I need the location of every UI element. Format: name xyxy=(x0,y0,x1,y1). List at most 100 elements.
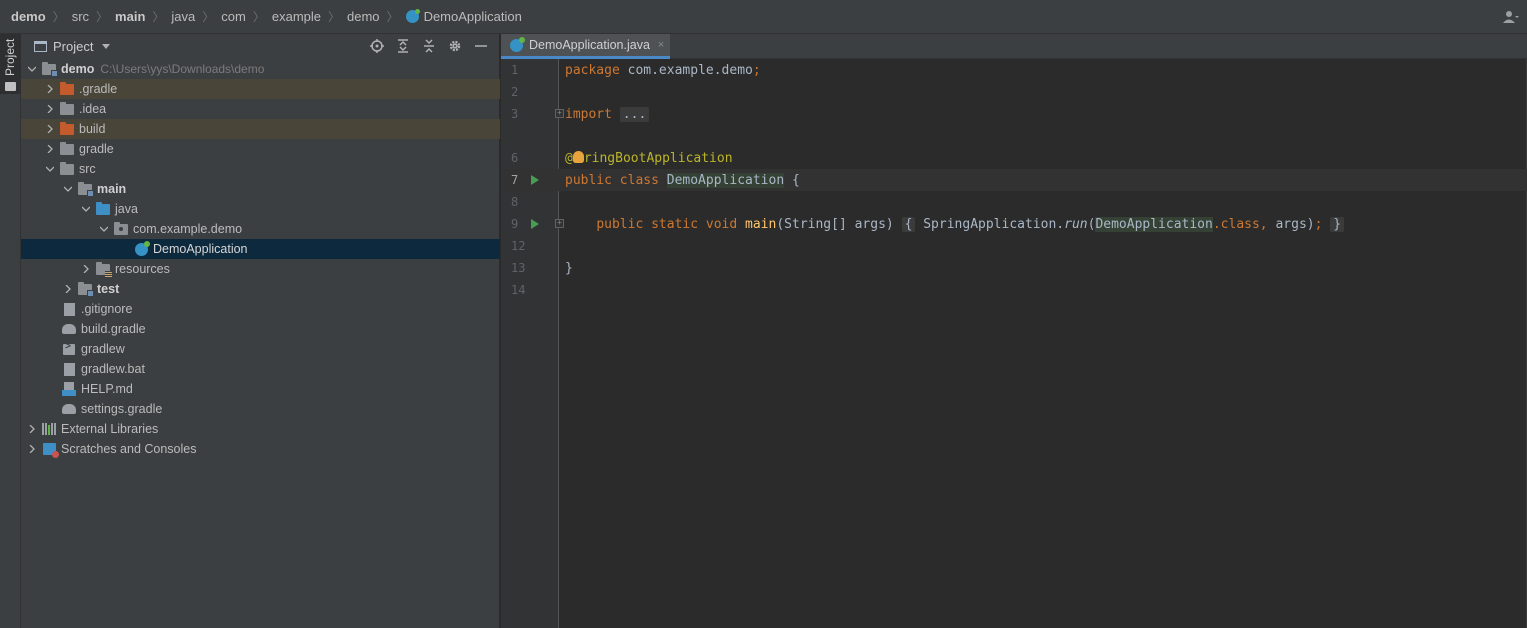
run-icon[interactable] xyxy=(531,219,539,229)
close-icon[interactable]: × xyxy=(658,39,664,51)
chevron-down-icon[interactable] xyxy=(98,219,110,239)
line-number: 3 xyxy=(511,107,519,121)
editor-tab-bar: DemoApplication.java × xyxy=(501,34,1527,59)
gitignore-file-icon xyxy=(62,302,76,316)
project-view-selector[interactable]: Project xyxy=(53,39,93,54)
project-stripe-label: Project xyxy=(3,38,17,76)
breadcrumb-demo-application-label: DemoApplication xyxy=(423,9,522,24)
code-text: @ ringBootApplication xyxy=(565,150,733,166)
tree-item-external-libraries[interactable]: External Libraries xyxy=(21,419,500,439)
package-icon xyxy=(114,221,128,236)
tree-item-label: demo xyxy=(61,62,95,76)
breadcrumb-demo-application[interactable]: DemoApplication xyxy=(405,9,522,24)
breadcrumb-com[interactable]: com xyxy=(221,9,246,24)
tree-item-java[interactable]: java xyxy=(21,199,500,219)
tree-item-label: build.gradle xyxy=(81,322,146,336)
gear-icon[interactable] xyxy=(447,38,463,54)
tree-item-package[interactable]: com.example.demo xyxy=(21,219,500,239)
excluded-folder-icon xyxy=(60,121,74,136)
line-number: 2 xyxy=(511,85,519,99)
fold-plus-icon[interactable]: + xyxy=(555,109,564,118)
source-root-icon xyxy=(96,201,110,216)
left-tool-stripe: Project xyxy=(0,34,21,628)
folded-body-open[interactable]: { xyxy=(901,216,916,232)
tree-item-main[interactable]: main xyxy=(21,179,500,199)
tree-item-label: gradle xyxy=(79,142,114,156)
tree-item-build[interactable]: build xyxy=(21,119,500,139)
code-text: public class DemoApplication { xyxy=(565,172,800,188)
run-icon[interactable] xyxy=(531,175,539,185)
chevron-right-icon: 〉 xyxy=(96,10,109,24)
tree-item-idea[interactable]: .idea xyxy=(21,99,500,119)
breadcrumb-java[interactable]: java xyxy=(171,9,195,24)
spring-class-icon xyxy=(405,9,420,23)
tree-item-settings-gradle[interactable]: settings.gradle xyxy=(21,399,500,419)
tree-item-src[interactable]: src xyxy=(21,159,500,179)
chevron-down-icon[interactable] xyxy=(80,199,92,219)
tree-item-demo[interactable]: demo C:\Users\yys\Downloads\demo xyxy=(21,59,500,79)
module-folder-icon xyxy=(78,281,94,297)
code-line: 1 package com.example.demo; xyxy=(501,59,1527,81)
line-number: 6 xyxy=(511,151,519,165)
code-line: 13 } xyxy=(501,257,1527,279)
breadcrumb-src[interactable]: src xyxy=(72,9,89,24)
minimize-icon[interactable] xyxy=(473,38,489,54)
gradle-file-icon xyxy=(62,402,76,416)
line-number: 12 xyxy=(511,239,526,253)
scratches-icon xyxy=(42,442,59,458)
project-tool-window-button[interactable]: Project xyxy=(0,34,21,94)
code-line: 14 xyxy=(501,279,1527,301)
module-folder-icon xyxy=(78,181,94,197)
chevron-right-icon[interactable] xyxy=(62,279,74,299)
chevron-down-icon[interactable] xyxy=(44,159,56,179)
chevron-right-icon[interactable] xyxy=(80,259,92,279)
code-editor[interactable]: 1 package com.example.demo; 2 3 + import… xyxy=(501,59,1527,628)
code-line: 9 + public static void main(String[] arg… xyxy=(501,213,1527,235)
breadcrumb-demo[interactable]: demo xyxy=(11,9,46,24)
line-number: 7 xyxy=(511,173,519,187)
folder-icon xyxy=(60,161,74,176)
tree-item-label: main xyxy=(97,182,127,196)
chevron-right-icon: 〉 xyxy=(252,10,265,24)
chevron-right-icon[interactable] xyxy=(26,439,38,459)
tree-item-gradle[interactable]: gradle xyxy=(21,139,500,159)
chevron-right-icon[interactable] xyxy=(44,139,56,159)
tree-item-label: External Libraries xyxy=(61,422,159,436)
locate-icon[interactable] xyxy=(369,38,385,54)
tree-item-gradlew[interactable]: gradlew xyxy=(21,339,500,359)
breadcrumb-main[interactable]: main xyxy=(115,9,145,24)
folder-icon xyxy=(60,141,74,156)
tree-item-help-md[interactable]: HELP.md xyxy=(21,379,500,399)
tree-item-build-gradle[interactable]: build.gradle xyxy=(21,319,500,339)
tree-item-gitignore[interactable]: .gitignore xyxy=(21,299,500,319)
chevron-down-icon[interactable] xyxy=(102,43,111,49)
tree-item-label: .idea xyxy=(79,102,107,116)
spring-class-icon xyxy=(134,240,150,256)
chevron-right-icon[interactable] xyxy=(44,99,56,119)
text-file-icon xyxy=(62,362,76,376)
user-icon[interactable] xyxy=(1503,10,1519,24)
collapse-all-icon[interactable] xyxy=(421,38,437,54)
tree-item-gradle-hidden[interactable]: .gradle xyxy=(21,79,500,99)
chevron-right-icon[interactable] xyxy=(44,119,56,139)
tree-item-label: settings.gradle xyxy=(81,402,163,416)
tab-demo-application[interactable]: DemoApplication.java × xyxy=(501,34,670,59)
folded-imports[interactable]: ... xyxy=(619,106,650,122)
expand-all-icon[interactable] xyxy=(395,38,411,54)
lightbulb-icon[interactable] xyxy=(572,151,584,163)
tree-item-gradlew-bat[interactable]: gradlew.bat xyxy=(21,359,500,379)
chevron-right-icon[interactable] xyxy=(26,419,38,439)
tree-item-label: DemoApplication xyxy=(153,242,248,256)
folded-body-close[interactable]: } xyxy=(1330,216,1345,232)
breadcrumb-example[interactable]: example xyxy=(272,9,321,24)
code-line: 12 xyxy=(501,235,1527,257)
tree-item-resources[interactable]: resources xyxy=(21,259,500,279)
tree-item-scratches[interactable]: Scratches and Consoles xyxy=(21,439,500,459)
chevron-right-icon[interactable] xyxy=(44,79,56,99)
fold-plus-icon[interactable]: + xyxy=(555,219,564,228)
tree-item-test[interactable]: test xyxy=(21,279,500,299)
chevron-down-icon[interactable] xyxy=(26,59,38,79)
tree-item-demo-application[interactable]: DemoApplication xyxy=(21,239,500,259)
breadcrumb-demo-package[interactable]: demo xyxy=(347,9,380,24)
chevron-down-icon[interactable] xyxy=(62,179,74,199)
